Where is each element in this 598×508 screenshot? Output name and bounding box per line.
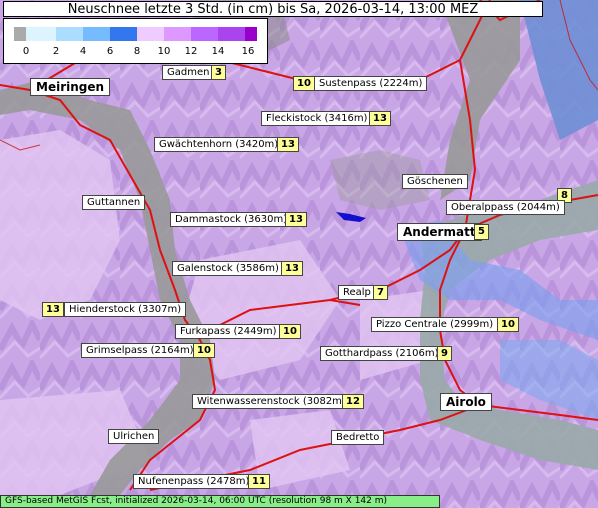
- place-gotthardpass[interactable]: Gotthardpass (2106m): [320, 346, 444, 361]
- legend-swatch-10-12: [164, 27, 191, 41]
- legend-tick-4: 4: [79, 46, 87, 57]
- place-andermatt[interactable]: Andermatt: [397, 223, 482, 241]
- place-airolo[interactable]: Airolo: [440, 393, 492, 411]
- legend-tick-8: 8: [133, 46, 141, 57]
- legend-tick-10: 10: [157, 46, 171, 57]
- place-hienderstock[interactable]: Hienderstock (3307m): [64, 302, 187, 317]
- legend-swatch-0-2: [26, 27, 56, 41]
- legend-tick-16: 16: [241, 46, 255, 57]
- value-galenstock: 13: [281, 261, 303, 276]
- place-meiringen[interactable]: Meiringen: [30, 78, 111, 96]
- legend-tick-12: 12: [184, 46, 198, 57]
- color-legend: 0 2 4 6 8 10 12 14 16: [3, 18, 268, 64]
- legend-swatch-0: [14, 27, 26, 41]
- map-title: Neuschnee letzte 3 Std. (in cm) bis Sa, …: [3, 1, 543, 17]
- value-dammastock: 13: [285, 212, 307, 227]
- legend-ticks: 0 2 4 6 8 10 12 14 16: [4, 46, 269, 60]
- value-furkapass: 10: [279, 324, 301, 339]
- place-galenstock[interactable]: Galenstock (3586m): [172, 261, 284, 276]
- legend-swatch-16: [245, 27, 257, 41]
- legend-tick-0: 0: [22, 46, 30, 57]
- legend-swatch-2-4: [56, 27, 83, 41]
- place-realp[interactable]: Realp: [338, 285, 376, 300]
- legend-tick-2: 2: [52, 46, 60, 57]
- model-info-footer: GFS-based MetGIS Fcst, initialized 2026-…: [0, 495, 440, 508]
- value-hienderstock: 13: [42, 302, 64, 317]
- place-oberalppass[interactable]: Oberalppass (2044m): [446, 200, 565, 215]
- value-nufenenpass: 11: [248, 474, 270, 489]
- place-ulrichen[interactable]: Ulrichen: [108, 429, 160, 444]
- value-andermatt: 5: [474, 224, 489, 240]
- place-bedretto[interactable]: Bedretto: [331, 430, 385, 445]
- value-gotthardpass: 9: [437, 346, 452, 361]
- legend-swatch-12-14: [191, 27, 218, 41]
- legend-swatch-4-6: [83, 27, 110, 41]
- value-fleckistock: 13: [369, 111, 391, 126]
- place-fleckistock[interactable]: Fleckistock (3416m): [261, 111, 373, 126]
- place-sustenpass[interactable]: Sustenpass (2224m): [314, 76, 428, 91]
- value-gadmen: 3: [211, 65, 226, 80]
- place-gadmen[interactable]: Gadmen: [162, 65, 215, 80]
- value-grimselpass: 10: [193, 343, 215, 358]
- legend-swatch-14-16: [218, 27, 245, 41]
- place-grimselpass[interactable]: Grimselpass (2164m): [81, 343, 199, 358]
- place-gwaechtenhorn[interactable]: Gwächtenhorn (3420m): [154, 137, 284, 152]
- legend-swatch-6-8: [110, 27, 137, 41]
- value-witenwasserenstock: 12: [342, 394, 364, 409]
- value-pizzo-centrale: 10: [497, 317, 519, 332]
- place-nufenenpass[interactable]: Nufenenpass (2478m): [133, 474, 255, 489]
- value-gwaechtenhorn: 13: [277, 137, 299, 152]
- place-witenwasserenstock[interactable]: Witenwasserenstock (3082m): [192, 394, 351, 409]
- value-sustenpass: 10: [293, 76, 315, 91]
- place-pizzo-centrale[interactable]: Pizzo Centrale (2999m): [371, 317, 499, 332]
- snow-map-view: Neuschnee letzte 3 Std. (in cm) bis Sa, …: [0, 0, 598, 508]
- place-guttannen[interactable]: Guttannen: [82, 195, 146, 210]
- legend-color-scale: [14, 27, 257, 41]
- legend-swatch-8-10: [137, 27, 164, 41]
- legend-tick-6: 6: [106, 46, 114, 57]
- place-dammastock[interactable]: Dammastock (3630m): [170, 212, 293, 227]
- legend-tick-14: 14: [211, 46, 225, 57]
- place-furkapass[interactable]: Furkapass (2449m): [175, 324, 282, 339]
- value-realp: 7: [373, 285, 388, 300]
- place-goeschenen[interactable]: Göschenen: [402, 174, 468, 189]
